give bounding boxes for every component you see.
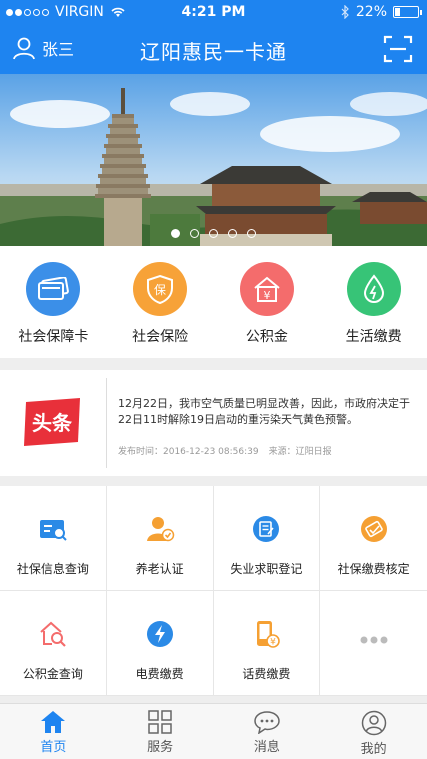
user-verified-icon	[146, 517, 174, 542]
carousel-dot[interactable]	[190, 229, 199, 238]
battery-icon	[393, 6, 422, 18]
news-publish-time: 发布时间：2016-12-23 08:56:39	[118, 447, 259, 457]
grid-label: 失业求职登记	[230, 562, 303, 576]
app-screen: VIRGIN 4:21 PM 22% 张三 辽阳惠民一卡通 社会保障卡 保 社会…	[0, 0, 427, 759]
insurance-icon: 保	[133, 262, 188, 316]
payment-check-icon	[360, 516, 387, 542]
status-bar: VIRGIN 4:21 PM 22%	[0, 0, 427, 24]
lightning-icon	[146, 621, 173, 647]
carousel-dot[interactable]	[171, 229, 180, 238]
svg-text:保: 保	[154, 283, 166, 297]
carousel-dot[interactable]	[209, 229, 218, 238]
service-label: 生活缴费	[345, 329, 402, 345]
page-title: 辽阳惠民一卡通	[140, 40, 287, 64]
service-housing-fund[interactable]: ¥ 公积金	[214, 246, 321, 358]
profile-icon	[361, 710, 386, 736]
carousel-indicator[interactable]	[0, 229, 427, 238]
grid-label: 社保信息查询	[16, 562, 89, 576]
tab-home[interactable]: 首页	[0, 704, 107, 759]
tab-bar: 首页 服务 消息 我的	[0, 703, 427, 759]
card-icon	[26, 262, 81, 316]
chat-bubble-icon	[254, 711, 280, 734]
more-dots-icon	[360, 636, 388, 644]
grid-label: 电费缴费	[135, 667, 184, 681]
bluetooth-icon	[341, 5, 349, 19]
battery-percent: 22%	[355, 4, 387, 20]
grid-icon	[148, 710, 172, 734]
tab-label: 消息	[253, 740, 280, 755]
grid-item-housing-fund-query[interactable]: 公积金查询	[0, 591, 107, 696]
register-form-icon	[253, 516, 280, 542]
grid-item-pension-auth[interactable]: 养老认证	[106, 486, 214, 591]
phone-bill-icon: ¥	[257, 621, 281, 648]
news-meta: 发布时间：2016-12-23 08:56:39 来源：辽阳日报	[118, 444, 332, 457]
service-row: 社会保障卡 保 社会保险 ¥ 公积金 生活缴费	[0, 246, 427, 358]
id-card-search-icon	[39, 520, 67, 541]
service-label: 公积金	[245, 329, 288, 345]
tab-label: 服务	[147, 740, 174, 755]
svg-text:¥: ¥	[263, 289, 270, 302]
grid-label: 养老认证	[135, 562, 184, 576]
grid-item-insurance-info[interactable]: 社保信息查询	[0, 486, 107, 591]
news-card[interactable]: 头条 12月22日，我市空气质量已明显改善，因此，市政府决定于22日11时解除1…	[0, 370, 427, 476]
scan-icon[interactable]	[383, 34, 413, 64]
tab-label: 我的	[360, 742, 387, 757]
headline-logo-text: 头条	[32, 411, 73, 435]
grid-item-unemployment-register[interactable]: 失业求职登记	[213, 486, 321, 591]
carousel-dot[interactable]	[247, 229, 256, 238]
fund-icon: ¥	[239, 262, 294, 316]
app-header: 张三 辽阳惠民一卡通	[0, 24, 427, 74]
news-divider	[106, 378, 107, 468]
function-grid: 社保信息查询 养老认证 失业求职登记 社保缴费核定 公积金查询 电费缴费 ¥ 话…	[0, 486, 427, 696]
service-label: 社会保障卡	[18, 329, 89, 345]
grid-label: 话费缴费	[242, 667, 291, 681]
carousel-dot[interactable]	[228, 229, 237, 238]
news-headline: 12月22日，我市空气质量已明显改善，因此，市政府决定于22日11时解除19日启…	[118, 397, 410, 426]
water-drop-icon	[346, 262, 401, 316]
tab-messages[interactable]: 消息	[214, 704, 321, 759]
tab-label: 首页	[40, 740, 67, 755]
tab-services[interactable]: 服务	[107, 704, 214, 759]
grid-item-more[interactable]	[320, 591, 427, 696]
service-social-insurance[interactable]: 保 社会保险	[107, 246, 214, 358]
home-icon	[41, 711, 66, 733]
grid-item-electricity-payment[interactable]: 电费缴费	[106, 591, 214, 696]
headline-logo: 头条	[24, 398, 80, 446]
service-social-security-card[interactable]: 社会保障卡	[0, 246, 107, 358]
status-right: 22%	[341, 4, 422, 20]
service-label: 社会保险	[132, 329, 189, 345]
grid-label: 公积金查询	[22, 667, 83, 681]
service-utility-payment[interactable]: 生活缴费	[320, 246, 427, 358]
banner-image	[0, 74, 427, 246]
tab-profile[interactable]: 我的	[320, 704, 427, 759]
svg-text:¥: ¥	[271, 638, 277, 648]
grid-item-insurance-payment-check[interactable]: 社保缴费核定	[320, 486, 427, 591]
grid-label: 社保缴费核定	[337, 562, 410, 576]
house-search-icon	[40, 621, 66, 647]
banner-carousel[interactable]	[0, 74, 427, 246]
grid-item-phone-bill[interactable]: ¥ 话费缴费	[213, 591, 321, 696]
news-source: 来源：辽阳日报	[268, 447, 332, 457]
top-bar: VIRGIN 4:21 PM 22% 张三 辽阳惠民一卡通	[0, 0, 427, 74]
